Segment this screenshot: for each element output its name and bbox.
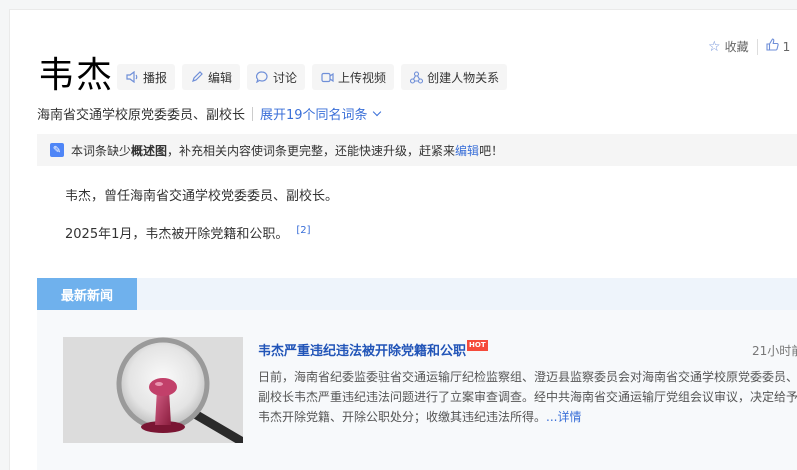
create-relation-label: 创建人物关系 [427, 70, 500, 85]
news-thumbnail[interactable] [63, 337, 243, 443]
star-icon[interactable]: ☆ [708, 39, 721, 55]
news-title-link[interactable]: 韦杰严重违纪违法被开除党籍和公职 HOT [258, 340, 488, 359]
entry-title: 韦杰 [38, 55, 115, 96]
entry-action-bar: 播报 编辑 讨论 上传视频 创建人物关系 [117, 64, 508, 90]
broadcast-icon [125, 70, 139, 84]
broadcast-button[interactable]: 播报 [117, 64, 176, 90]
discuss-label: 讨论 [273, 70, 298, 85]
news-time: 21小时前 [752, 344, 797, 358]
relation-icon [409, 70, 423, 84]
entry-subtitle: 海南省交通学校原党委委员、副校长 [37, 108, 246, 123]
news-more-link[interactable]: ...详情 [546, 410, 581, 424]
latest-news-header: 最新新闻 [37, 278, 797, 310]
body-paragraph-1: 韦杰，曾任海南省交通学校党委委员、副校长。 [65, 189, 339, 204]
baike-entry-page: 韦杰 播报 编辑 讨论 上传视频 创建人物关系 ☆ 收藏 1 海南省交通学校原党… [9, 9, 797, 470]
expand-homonyms-label: 展开19个同名词条 [260, 108, 368, 123]
news-summary-text: 日前，海南省纪委监委驻省交通运输厅纪检监察组、澄迈县监察委员会对海南省交通学校原… [258, 370, 797, 424]
subtitle-divider [252, 106, 254, 121]
edit-label: 编辑 [208, 70, 233, 85]
tools-divider [756, 38, 758, 55]
hot-badge: HOT [467, 340, 488, 351]
notice-prefix: 本词条缺少 [71, 143, 132, 158]
edit-button[interactable]: 编辑 [182, 64, 241, 90]
latest-news-panel: 韦杰严重违纪违法被开除党籍和公职 HOT 21小时前 日前，海南省纪委监委驻省交… [37, 310, 797, 470]
collect-label[interactable]: 收藏 [725, 38, 749, 55]
video-icon [320, 70, 334, 84]
upload-video-label: 上传视频 [338, 70, 387, 85]
create-relation-button[interactable]: 创建人物关系 [401, 64, 508, 90]
discuss-icon [255, 70, 269, 84]
pencil-icon: ✎ [50, 143, 64, 157]
thumbs-up-icon[interactable] [766, 38, 779, 55]
notice-suffix: 吧！ [479, 143, 504, 158]
body-paragraph-2-text: 2025年1月，韦杰被开除党籍和公职。 [65, 227, 289, 242]
entry-subtitle-row: 海南省交通学校原党委委员、副校长 展开19个同名词条 [37, 104, 381, 123]
reference-link[interactable]: [2] [296, 225, 310, 236]
missing-overview-notice: ✎ 本词条缺少 概述图 ，补充相关内容使词条更完整，还能快速升级，赶紧来 编辑 吧！ [37, 134, 797, 166]
latest-news-tab[interactable]: 最新新闻 [37, 278, 137, 310]
expand-homonyms-link[interactable]: 展开19个同名词条 [260, 104, 381, 123]
like-count: 1 [782, 39, 791, 54]
notice-edit-link[interactable]: 编辑 [455, 142, 479, 159]
upload-video-button[interactable]: 上传视频 [312, 64, 395, 90]
broadcast-label: 播报 [143, 70, 168, 85]
body-paragraph-2: 2025年1月，韦杰被开除党籍和公职。 [2] [65, 223, 311, 242]
news-title: 韦杰严重违纪违法被开除党籍和公职 [258, 344, 467, 359]
notice-bold: 概述图 [131, 143, 168, 158]
entry-tools: ☆ 收藏 1 [708, 38, 790, 55]
edit-icon [190, 70, 204, 84]
discuss-button[interactable]: 讨论 [247, 64, 306, 90]
news-summary: 日前，海南省纪委监委驻省交通运输厅纪检监察组、澄迈县监察委员会对海南省交通学校原… [258, 367, 797, 427]
chevron-down-icon [372, 107, 381, 116]
notice-middle: ，补充相关内容使词条更完整，还能快速升级，赶紧来 [167, 143, 456, 158]
